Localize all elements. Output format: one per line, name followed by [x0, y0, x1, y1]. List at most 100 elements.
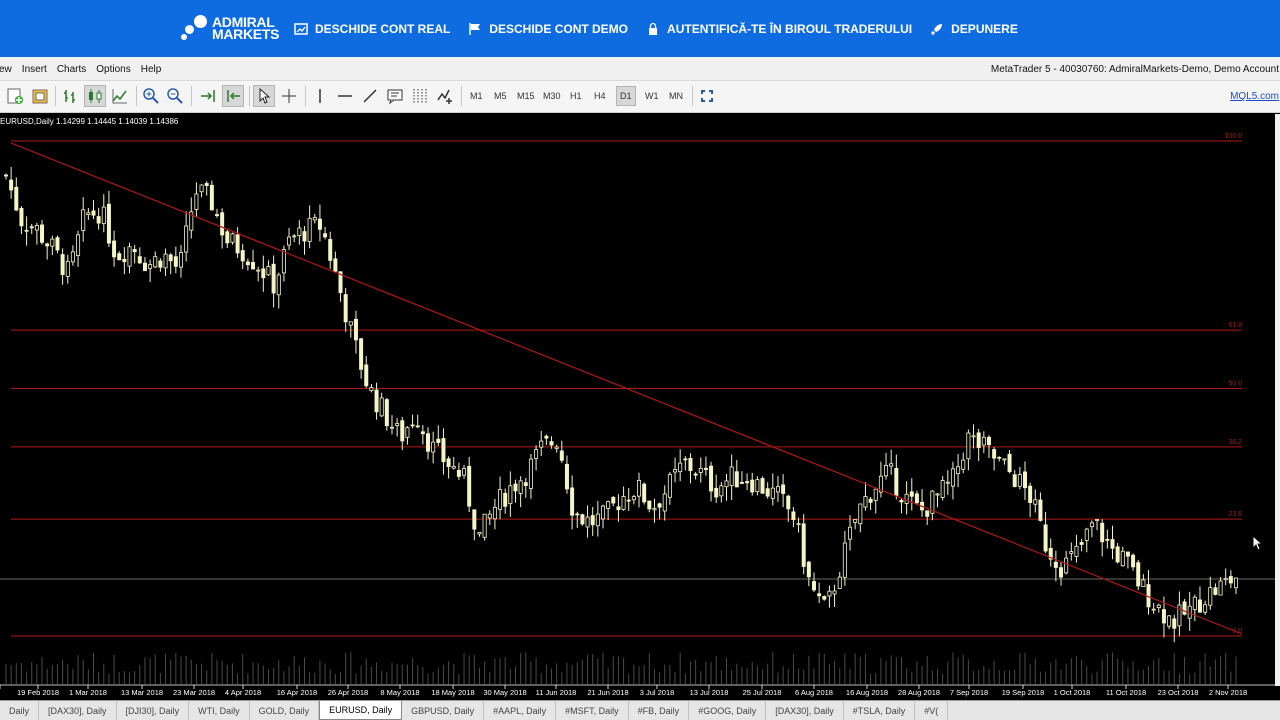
fullscreen-button[interactable]	[696, 85, 718, 107]
candle-body	[822, 596, 827, 600]
timeframe-m30-button[interactable]: M30	[540, 86, 564, 106]
candle-body	[966, 432, 971, 460]
horizontal-line-button[interactable]	[334, 85, 356, 107]
candle-body	[503, 492, 508, 507]
timeframe-m1-button[interactable]: M1	[467, 86, 486, 106]
candle-body	[554, 446, 559, 449]
timeframe-w1-button[interactable]: W1	[642, 86, 662, 106]
candle-body	[626, 499, 631, 502]
candle-body	[317, 218, 322, 230]
new-chart-button[interactable]	[4, 85, 26, 107]
time-axis-label: 23 Mar 2018	[173, 688, 215, 697]
candle-body	[662, 493, 667, 512]
zoom-in-button[interactable]	[140, 85, 162, 107]
candle-body	[1064, 557, 1069, 574]
timeframe-mn-button[interactable]: MN	[666, 86, 686, 106]
zoom-out-button[interactable]	[164, 85, 186, 107]
timeframe-m15-button[interactable]: M15	[514, 86, 538, 106]
chart-tab[interactable]: [DJI30], Daily	[117, 701, 190, 720]
line-chart-button[interactable]	[109, 85, 131, 107]
chart-tab[interactable]: EURUSD, Daily	[319, 701, 403, 720]
timeframe-d1-button[interactable]: D1	[616, 86, 636, 106]
chart-tab[interactable]: #FB, Daily	[629, 701, 690, 720]
candle-body	[950, 468, 955, 487]
candle-body	[652, 508, 657, 511]
candle-body	[1043, 524, 1048, 552]
banner-link-0[interactable]: DESCHIDE CONT REAL	[294, 22, 450, 36]
chart-tab[interactable]: WTI, Daily	[189, 701, 250, 720]
chart-tab[interactable]: #V(	[915, 701, 949, 720]
time-axis-label: 4 Apr 2018	[225, 688, 261, 697]
chart-tab[interactable]: GBPUSD, Daily	[402, 701, 485, 720]
candle-body	[240, 250, 245, 262]
menu-item-insert[interactable]: Insert	[22, 64, 47, 75]
timeframe-h1-button[interactable]: H1	[567, 86, 585, 106]
text-tool-button[interactable]	[384, 85, 406, 107]
trend-line-button[interactable]	[359, 85, 381, 107]
candle-body	[683, 458, 688, 461]
chart-tab[interactable]: #MSFT, Daily	[556, 701, 629, 720]
cursor-tool-button[interactable]	[253, 85, 275, 107]
candle-body	[266, 266, 271, 276]
vertical-scrollbar[interactable]	[1275, 114, 1280, 686]
menu-item-help[interactable]: Help	[141, 64, 162, 75]
candle-body	[631, 496, 636, 501]
candle-body	[1131, 554, 1136, 568]
chart-area[interactable]: 100.061.850.038.223.60.0819 Feb 20181 Ma…	[0, 114, 1280, 700]
menu-item-charts[interactable]: Charts	[57, 64, 86, 75]
candle-body	[595, 513, 600, 527]
candle-body	[220, 212, 225, 236]
banner-link-1[interactable]: DESCHIDE CONT DEMO	[468, 22, 628, 36]
banner-link-3[interactable]: DEPUNERE	[930, 22, 1018, 36]
bar-chart-button[interactable]	[59, 85, 81, 107]
mql5-link[interactable]: MQL5.com	[1230, 91, 1279, 102]
menu-item-ew[interactable]: ew	[0, 64, 12, 75]
equidistant-channel-button[interactable]	[409, 85, 431, 107]
candle-body	[132, 249, 137, 253]
candle-body	[739, 482, 744, 484]
candle-body	[621, 496, 626, 510]
chart-tab[interactable]: Daily	[0, 701, 40, 720]
candle-body	[868, 498, 873, 503]
horizontal-line-icon	[338, 95, 352, 97]
candle-body	[534, 449, 539, 459]
chart-tab[interactable]: #AAPL, Daily	[484, 701, 557, 720]
time-axis-label: 1 Mar 2018	[69, 688, 107, 697]
candle-body	[50, 238, 55, 247]
candle-body	[405, 427, 410, 438]
chart-tab[interactable]: #TSLA, Daily	[844, 701, 916, 720]
candlestick-chart-button[interactable]	[84, 85, 106, 107]
candlestick-chart[interactable]: 100.061.850.038.223.60.0819 Feb 20181 Ma…	[0, 114, 1275, 700]
timeframe-m5-button[interactable]: M5	[491, 86, 510, 106]
admiral-markets-logo[interactable]: ADMIRAL MARKETS	[181, 15, 279, 41]
banner-link-2[interactable]: AUTENTIFICĂ-TE ÎN BIROUL TRADERULUI	[646, 22, 912, 36]
candle-body	[791, 511, 796, 520]
menu-item-options[interactable]: Options	[96, 64, 130, 75]
candle-body	[369, 387, 374, 392]
vertical-line-button[interactable]	[309, 85, 331, 107]
chart-tab[interactable]: GOLD, Daily	[250, 701, 320, 720]
candle-body	[287, 236, 292, 246]
timeframe-h4-button[interactable]: H4	[591, 86, 609, 106]
chart-tab[interactable]: [DAX30], Daily	[39, 701, 117, 720]
indicators-button[interactable]	[434, 85, 456, 107]
candle-body	[364, 364, 369, 387]
auto-scroll-button[interactable]	[197, 85, 219, 107]
candle-body	[1182, 601, 1187, 615]
crosshair-button[interactable]	[278, 85, 300, 107]
candle-body	[436, 438, 441, 443]
profiles-button[interactable]	[29, 85, 51, 107]
candle-body	[734, 471, 739, 488]
chart-shift-button[interactable]	[222, 85, 244, 107]
time-axis-label: 19 Sep 2018	[1002, 688, 1045, 697]
candle-body	[415, 425, 420, 428]
candle-body	[184, 225, 189, 253]
candle-body	[719, 485, 724, 497]
candle-body	[518, 480, 523, 494]
chart-tab[interactable]: [DAX30], Daily	[766, 701, 844, 720]
candle-body	[40, 224, 45, 243]
chart-tab[interactable]: #GOOG, Daily	[689, 701, 767, 720]
candle-body	[1002, 458, 1007, 461]
lock-icon	[646, 22, 660, 36]
candle-body	[997, 456, 1002, 459]
